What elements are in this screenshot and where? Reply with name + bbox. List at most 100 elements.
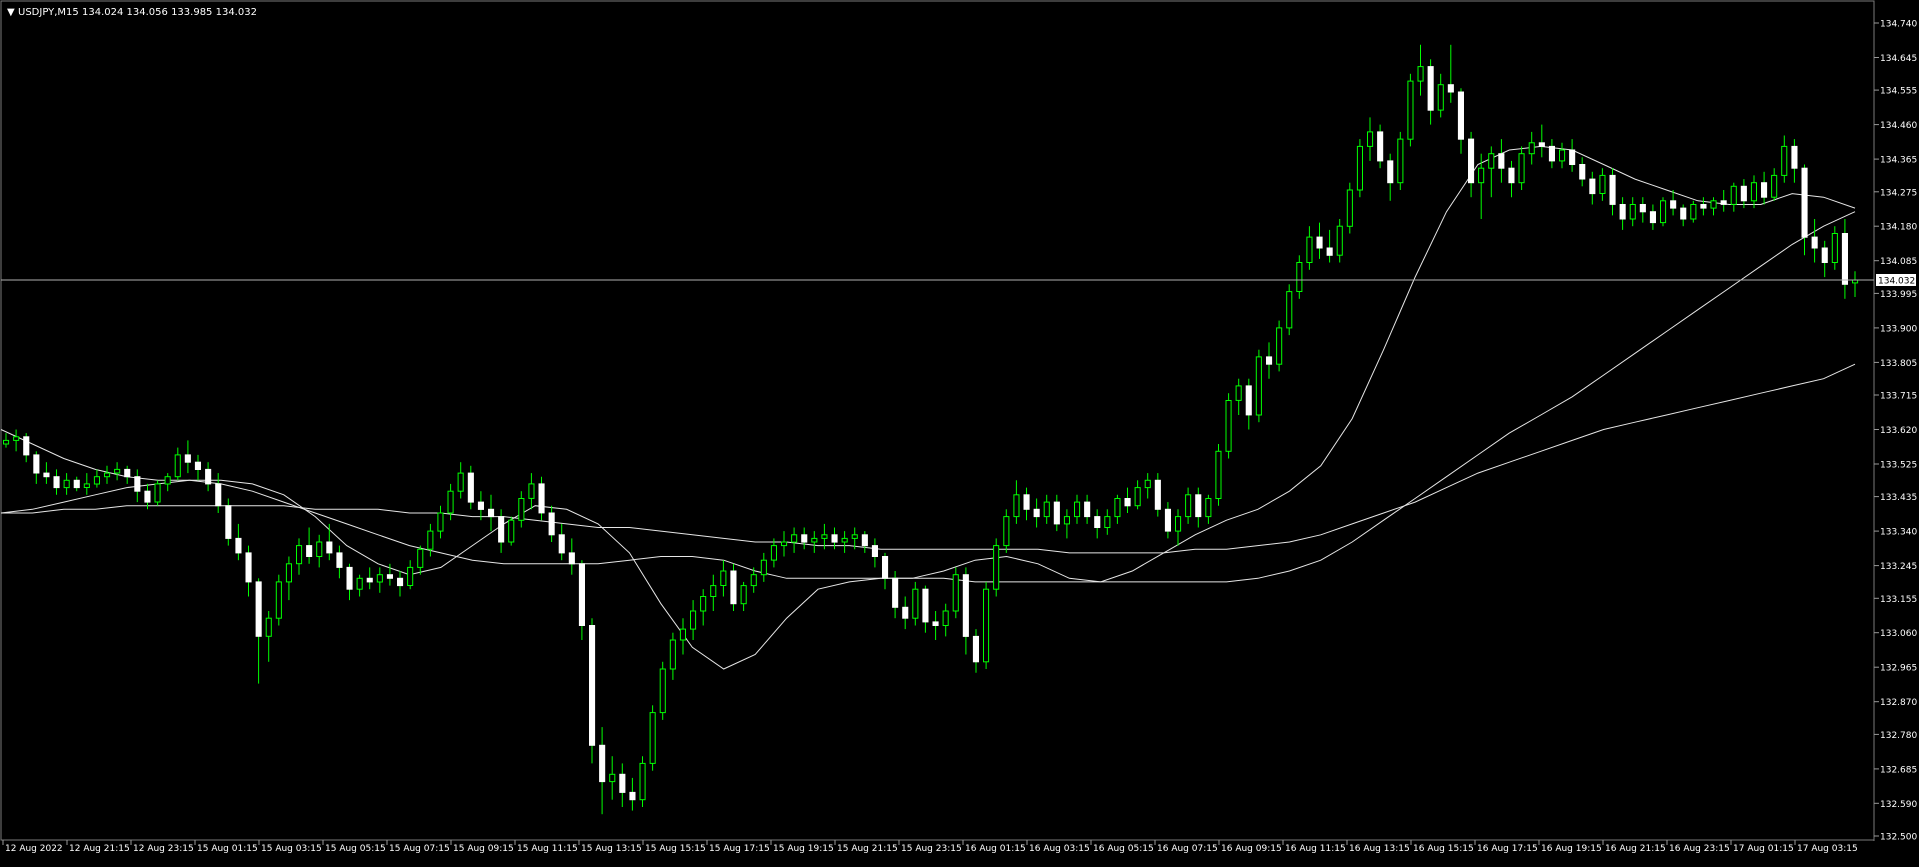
candle-body bbox=[1266, 356, 1273, 365]
candle-body bbox=[1730, 185, 1737, 205]
time-tick-label: 15 Aug 21:15 bbox=[837, 844, 898, 854]
time-tick-label: 12 Aug 21:15 bbox=[69, 844, 130, 854]
candle-body bbox=[1589, 178, 1596, 195]
time-tick-label: 16 Aug 05:15 bbox=[1093, 844, 1154, 854]
price-tick-label: 134.085 bbox=[1880, 257, 1917, 267]
candle-body bbox=[1377, 131, 1384, 162]
candle-body bbox=[114, 468, 121, 474]
collapse-arrow-icon[interactable]: ▼ bbox=[7, 7, 15, 18]
candle-body bbox=[407, 566, 414, 587]
candle-body bbox=[1639, 204, 1646, 213]
candle-body bbox=[417, 548, 424, 568]
candle-body bbox=[83, 483, 90, 488]
candle bbox=[1255, 349, 1262, 423]
price-tick-label: 132.500 bbox=[1880, 833, 1917, 843]
candle-body bbox=[1559, 149, 1566, 162]
candle-body bbox=[952, 574, 959, 612]
price-tick-label: 132.590 bbox=[1880, 800, 1917, 810]
time-tick-label: 15 Aug 19:15 bbox=[773, 844, 834, 854]
candle-body bbox=[1053, 501, 1060, 525]
candle-body bbox=[1831, 233, 1838, 263]
price-tick-label: 134.180 bbox=[1880, 223, 1917, 233]
candle-body bbox=[33, 454, 40, 474]
price-tick-label: 133.155 bbox=[1880, 595, 1917, 605]
candle-body bbox=[1761, 182, 1768, 198]
candle-body bbox=[1660, 200, 1667, 224]
time-tick-label: 15 Aug 13:15 bbox=[581, 844, 642, 854]
candle-body bbox=[1781, 145, 1788, 176]
candle-body bbox=[1468, 138, 1475, 184]
candle bbox=[225, 498, 232, 546]
candle-body bbox=[1175, 516, 1182, 532]
candle bbox=[1660, 197, 1667, 227]
candle-body bbox=[1397, 138, 1404, 184]
candle-body bbox=[3, 439, 10, 445]
time-tick-label: 16 Aug 09:15 bbox=[1221, 844, 1282, 854]
price-tick-label: 133.245 bbox=[1880, 562, 1917, 572]
candle-body bbox=[902, 606, 909, 619]
candle-body bbox=[1791, 145, 1798, 169]
candle-body bbox=[356, 577, 363, 590]
candle-body bbox=[1245, 385, 1252, 416]
candle-body bbox=[336, 552, 343, 568]
candle bbox=[659, 661, 666, 720]
candle-body bbox=[619, 773, 626, 793]
candle-body bbox=[781, 541, 788, 547]
price-tick-label: 134.645 bbox=[1880, 54, 1917, 64]
candle-body bbox=[942, 610, 949, 626]
price-tick-label: 132.685 bbox=[1880, 765, 1917, 775]
candle-body bbox=[1104, 516, 1111, 528]
candle-body bbox=[1033, 508, 1040, 518]
candle-body bbox=[710, 585, 717, 597]
candle-body bbox=[326, 541, 333, 554]
candle-body bbox=[1124, 498, 1131, 507]
candle-body bbox=[1235, 385, 1242, 401]
candle-body bbox=[488, 508, 495, 518]
candle-body bbox=[1346, 189, 1353, 227]
candle-body bbox=[23, 436, 30, 456]
candle-body bbox=[972, 635, 980, 663]
price-tick-label: 134.555 bbox=[1880, 87, 1917, 97]
candle bbox=[1215, 444, 1222, 506]
candle-body bbox=[1164, 508, 1172, 532]
candle-body bbox=[589, 625, 596, 746]
time-tick-label: 16 Aug 15:15 bbox=[1413, 844, 1474, 854]
candle-body bbox=[467, 472, 474, 503]
time-tick-label: 16 Aug 17:15 bbox=[1477, 844, 1538, 854]
candle-body bbox=[63, 479, 70, 489]
candle-body bbox=[376, 574, 383, 583]
chart-window: 134.032 134.740 134.645 134.555 134.460 134.… bbox=[0, 0, 1919, 863]
time-tick-label: 15 Aug 01:15 bbox=[197, 844, 258, 854]
price-tick-label: 134.460 bbox=[1880, 121, 1917, 131]
candle-body bbox=[700, 596, 707, 612]
candle bbox=[275, 574, 282, 626]
time-tick-label: 16 Aug 01:15 bbox=[965, 844, 1026, 854]
candle-body bbox=[346, 566, 353, 590]
time-tick-label: 15 Aug 09:15 bbox=[453, 844, 514, 854]
candle-body bbox=[1316, 236, 1323, 249]
time-tick-label: 15 Aug 15:15 bbox=[645, 844, 706, 854]
candle-body bbox=[1771, 174, 1778, 198]
time-tick-label: 15 Aug 17:15 bbox=[709, 844, 770, 854]
candle-body bbox=[892, 577, 899, 608]
candle-body bbox=[1134, 487, 1141, 507]
candle-body bbox=[1508, 167, 1515, 184]
price-tick-label: 133.715 bbox=[1880, 392, 1917, 402]
candle-body bbox=[851, 534, 858, 539]
time-tick-label: 16 Aug 03:15 bbox=[1029, 844, 1090, 854]
candlestick-chart: 134.032 134.740 134.645 134.555 134.460 134.… bbox=[0, 0, 1919, 863]
candle-body bbox=[235, 537, 242, 554]
candle-body bbox=[1437, 84, 1444, 111]
candle bbox=[983, 581, 990, 669]
price-tick-label: 133.340 bbox=[1880, 528, 1917, 538]
candle-body bbox=[882, 556, 889, 579]
ohlc-label: 134.024 134.056 133.985 134.032 bbox=[82, 7, 257, 18]
time-tick-label: 15 Aug 23:15 bbox=[901, 844, 962, 854]
candle-body bbox=[1801, 167, 1808, 238]
candle-body bbox=[639, 762, 646, 801]
candle-body bbox=[1286, 291, 1293, 329]
price-tick-label: 132.870 bbox=[1880, 698, 1917, 708]
candle bbox=[1346, 182, 1353, 234]
candle-body bbox=[1619, 204, 1626, 220]
candle-body bbox=[1528, 142, 1535, 155]
